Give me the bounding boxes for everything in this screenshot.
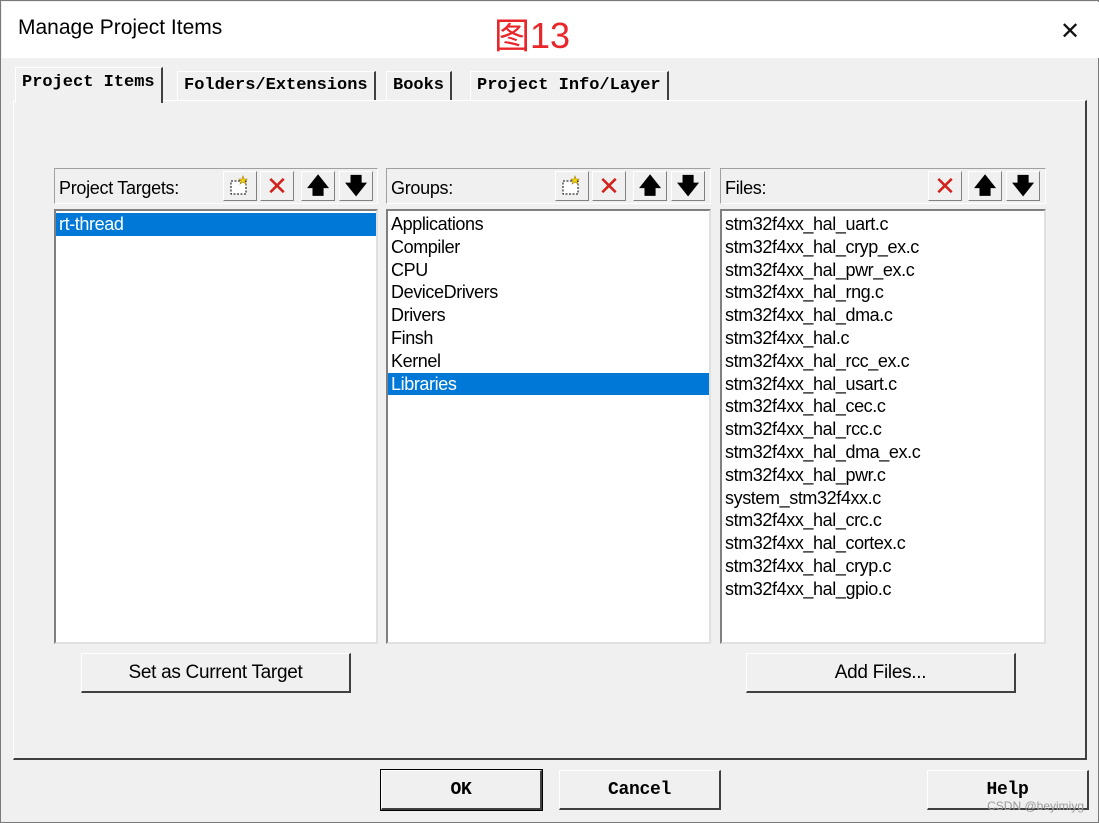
watermark: CSDN @beyimiyg: [987, 799, 1084, 813]
groups-list[interactable]: Applications Compiler CPU DeviceDrivers Driv…: [386, 209, 711, 644]
new-item-icon: [562, 175, 580, 195]
close-button[interactable]: ✕: [1055, 16, 1085, 46]
group-list-item[interactable]: Kernel: [388, 350, 709, 373]
group-list-item[interactable]: CPU: [388, 259, 709, 282]
window-title: Manage Project Items: [18, 16, 223, 39]
new-group-button[interactable]: [555, 171, 589, 201]
groups-header: Groups: ✕ 🡅 🡇: [386, 168, 711, 204]
file-list-item[interactable]: stm32f4xx_hal_rcc.c: [722, 418, 1044, 441]
move-group-up-button[interactable]: 🡅: [633, 171, 667, 201]
group-list-item[interactable]: Finsh: [388, 327, 709, 350]
file-list-item[interactable]: stm32f4xx_hal_cryp.c: [722, 555, 1044, 578]
group-list-item[interactable]: Compiler: [388, 236, 709, 259]
ok-button[interactable]: OK: [380, 769, 543, 811]
files-header: Files: ✕ 🡅 🡇: [720, 168, 1046, 204]
new-item-icon: [230, 175, 248, 195]
move-up-arrow-icon: 🡅: [306, 173, 330, 198]
group-list-item[interactable]: Libraries: [388, 372, 709, 396]
groups-label: Groups:: [391, 178, 453, 198]
project-targets-label: Project Targets:: [59, 178, 179, 198]
tab-books[interactable]: Books: [386, 71, 453, 101]
target-list-item[interactable]: rt-thread: [56, 213, 376, 236]
file-list-item[interactable]: stm32f4xx_hal_pwr_ex.c: [722, 259, 1044, 282]
file-list-item[interactable]: stm32f4xx_hal_gpio.c: [722, 578, 1044, 601]
file-list-item[interactable]: stm32f4xx_hal_cortex.c: [722, 532, 1044, 555]
delete-x-icon: ✕: [934, 171, 956, 201]
move-up-arrow-icon: 🡅: [973, 173, 997, 198]
cancel-button[interactable]: Cancel: [559, 770, 721, 810]
project-targets-list[interactable]: rt-thread: [54, 209, 378, 644]
move-group-down-button[interactable]: 🡇: [671, 171, 705, 201]
set-as-current-target-button[interactable]: Set as Current Target: [81, 653, 351, 693]
delete-target-button[interactable]: ✕: [260, 171, 294, 201]
file-list-item[interactable]: stm32f4xx_hal_rng.c: [722, 281, 1044, 304]
files-label: Files:: [725, 178, 767, 198]
tab-folders-extensions[interactable]: Folders/Extensions: [177, 71, 376, 101]
move-up-arrow-icon: 🡅: [638, 173, 662, 198]
tab-project-items[interactable]: Project Items: [15, 67, 163, 103]
file-list-item[interactable]: system_stm32f4xx.c: [722, 487, 1044, 510]
file-list-item[interactable]: stm32f4xx_hal_cryp_ex.c: [722, 236, 1044, 259]
title-bar: Manage Project Items 图13 ✕: [2, 2, 1099, 58]
manage-project-items-dialog: Manage Project Items 图13 ✕ Project Items…: [0, 0, 1099, 823]
move-file-up-button[interactable]: 🡅: [968, 171, 1002, 201]
delete-x-icon: ✕: [598, 171, 620, 201]
delete-group-button[interactable]: ✕: [592, 171, 626, 201]
file-list-item[interactable]: stm32f4xx_hal.c: [722, 327, 1044, 350]
group-list-item[interactable]: Drivers: [388, 304, 709, 327]
move-target-down-button[interactable]: 🡇: [339, 171, 373, 201]
move-down-arrow-icon: 🡇: [1011, 173, 1035, 198]
delete-file-button[interactable]: ✕: [928, 171, 962, 201]
file-list-item[interactable]: stm32f4xx_hal_crc.c: [722, 509, 1044, 532]
file-list-item[interactable]: stm32f4xx_hal_rcc_ex.c: [722, 350, 1044, 373]
move-target-up-button[interactable]: 🡅: [301, 171, 335, 201]
file-list-item[interactable]: stm32f4xx_hal_dma.c: [722, 304, 1044, 327]
figure-annotation: 图13: [494, 15, 571, 56]
move-file-down-button[interactable]: 🡇: [1006, 171, 1040, 201]
files-list[interactable]: stm32f4xx_hal_uart.c stm32f4xx_hal_cryp_e…: [720, 209, 1046, 644]
file-list-item[interactable]: stm32f4xx_hal_cec.c: [722, 395, 1044, 418]
add-files-button[interactable]: Add Files...: [746, 653, 1016, 693]
move-down-arrow-icon: 🡇: [344, 173, 368, 198]
tab-project-info-layer[interactable]: Project Info/Layer: [470, 71, 669, 101]
group-list-item[interactable]: Applications: [388, 213, 709, 236]
new-target-button[interactable]: [223, 171, 257, 201]
file-list-item[interactable]: stm32f4xx_hal_uart.c: [722, 213, 1044, 236]
file-list-item[interactable]: stm32f4xx_hal_usart.c: [722, 373, 1044, 396]
group-list-item[interactable]: DeviceDrivers: [388, 281, 709, 304]
file-list-item[interactable]: stm32f4xx_hal_pwr.c: [722, 464, 1044, 487]
delete-x-icon: ✕: [266, 171, 288, 201]
file-list-item[interactable]: stm32f4xx_hal_dma_ex.c: [722, 441, 1044, 464]
project-targets-header: Project Targets: ✕ 🡅 🡇: [54, 168, 378, 204]
move-down-arrow-icon: 🡇: [676, 173, 700, 198]
